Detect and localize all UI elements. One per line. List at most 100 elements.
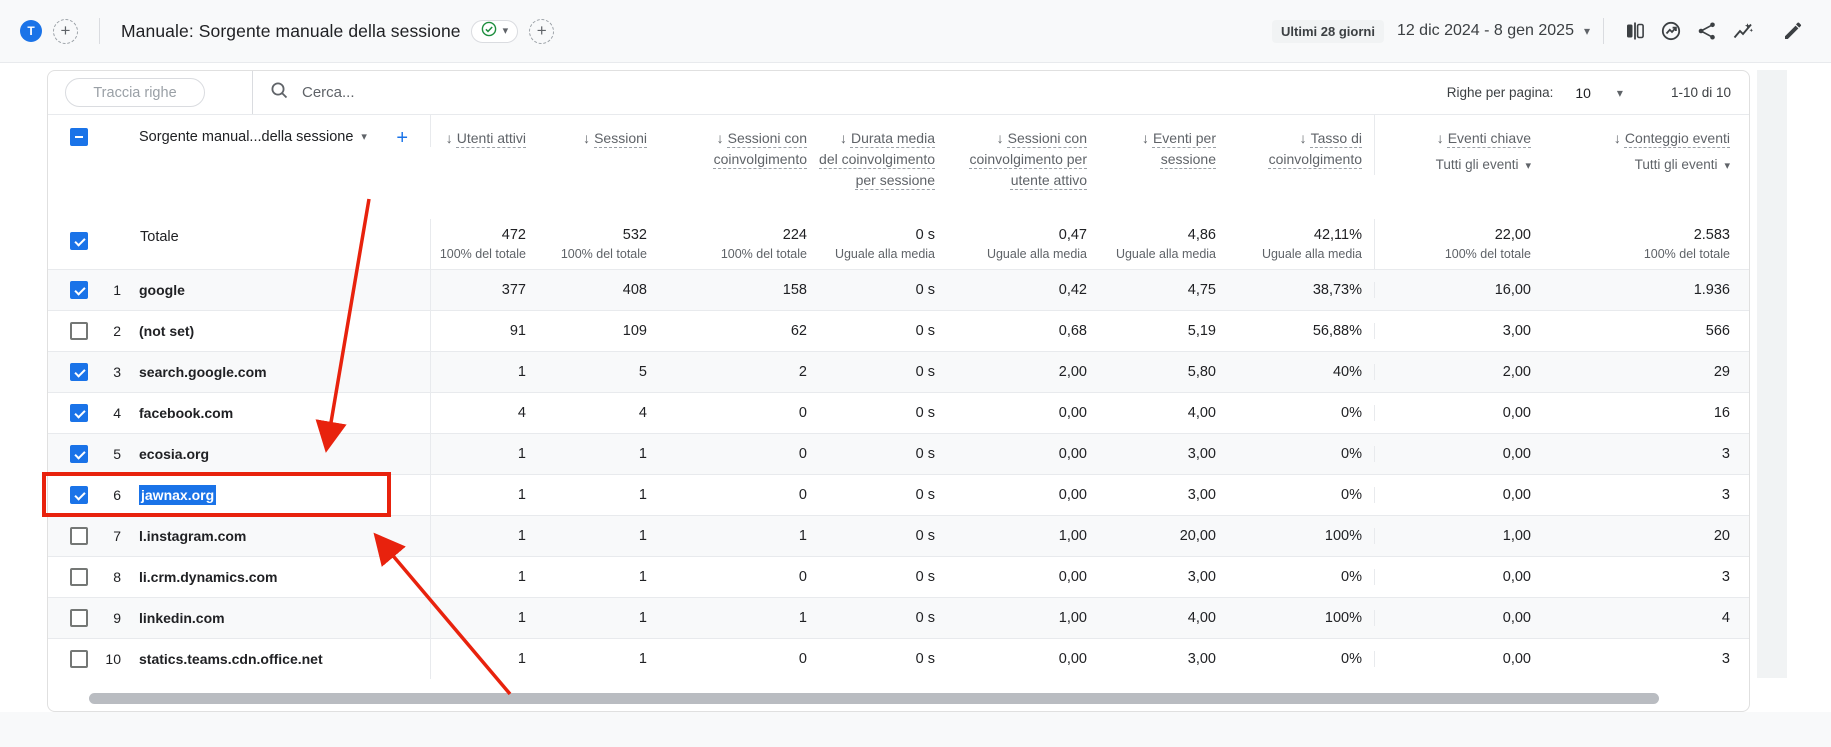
metric-cell: 0% — [1228, 569, 1374, 585]
row-checkbox-cell — [48, 393, 92, 433]
plot-rows-button[interactable]: Traccia righe — [65, 78, 205, 107]
totals-value: 2.583 — [1543, 227, 1730, 243]
date-range-chip[interactable]: Ultimi 28 giorni — [1272, 20, 1384, 43]
metric-value: 1,00 — [1059, 528, 1087, 544]
row-checkbox[interactable] — [70, 609, 88, 627]
metric-cell: 0,00 — [947, 651, 1099, 667]
chevron-down-icon[interactable]: ▾ — [361, 132, 367, 143]
column-header[interactable]: ↓Sessioni con coinvolgimento per utente … — [947, 115, 1099, 191]
intelligence-icon[interactable] — [1653, 13, 1689, 49]
column-header[interactable]: ↓Conteggio eventi Tutti gli eventi▾ — [1543, 115, 1751, 175]
dimension-value: li.crm.dynamics.com — [139, 569, 278, 585]
metric-value: 0 s — [916, 487, 935, 503]
row-checkbox[interactable] — [70, 568, 88, 586]
report-status-badge[interactable]: ▾ — [471, 20, 519, 43]
rows-per-page-value[interactable]: 10 — [1575, 85, 1591, 101]
row-checkbox-cell — [48, 516, 92, 556]
metric-cell: 0,00 — [1374, 651, 1543, 667]
search-icon — [270, 81, 289, 105]
dimension-value: jawnax.org — [139, 485, 216, 505]
check-circle-icon — [481, 21, 497, 42]
column-header[interactable]: ↓Sessioni ▾ — [538, 115, 659, 149]
chevron-down-icon[interactable]: ▾ — [1617, 86, 1623, 100]
column-header[interactable]: ↓Eventi chiave Tutti gli eventi▾ — [1374, 115, 1543, 175]
column-header[interactable]: ↓Durata media del coinvolgimento per ses… — [819, 115, 947, 191]
add-report-tab-button[interactable]: + — [529, 19, 554, 44]
column-header[interactable]: ↓Utenti attivi ▾ — [431, 115, 538, 149]
metric-cell: 0 s — [819, 487, 947, 503]
row-index: 2 — [92, 323, 128, 339]
avatar[interactable]: T — [20, 20, 42, 42]
metric-cell: 16,00 — [1374, 282, 1543, 298]
dimension-cell: statics.teams.cdn.office.net — [128, 639, 431, 679]
totals-subvalue: Uguale alla media — [1228, 247, 1362, 261]
column-header[interactable]: ↓Tasso di coinvolgimento ▾ — [1228, 115, 1374, 170]
metric-value: 1 — [639, 446, 647, 462]
row-checkbox[interactable] — [70, 486, 88, 504]
column-header[interactable]: ↓Sessioni con coinvolgimento ▾ — [659, 115, 819, 170]
metric-value: 20,00 — [1180, 528, 1216, 544]
row-checkbox-cell — [48, 311, 92, 351]
compare-icon[interactable] — [1617, 13, 1653, 49]
row-checkbox-cell — [48, 352, 92, 392]
dimension-header[interactable]: Sorgente manual...della sessione ▾ + — [128, 115, 431, 147]
table-row: 4 facebook.com 4400 s0,004,000%0,0016 — [48, 392, 1749, 433]
metric-value: 4,00 — [1188, 610, 1216, 626]
metric-cell: 1.936 — [1543, 282, 1751, 298]
metric-value: 1 — [518, 569, 526, 585]
report-card: Traccia righe Righe per pagina: 10 ▾ 1-1… — [47, 70, 1750, 712]
edit-icon[interactable] — [1775, 13, 1811, 49]
metric-value: 0,00 — [1503, 610, 1531, 626]
column-header-label: Sessioni con coinvolgimento — [714, 130, 807, 167]
column-filter[interactable]: Tutti gli eventi▾ — [1543, 155, 1730, 175]
column-header[interactable]: ↓Eventi per sessione ▾ — [1099, 115, 1228, 170]
metric-value: 0 s — [916, 528, 935, 544]
metric-cell: 3 — [1543, 487, 1751, 503]
add-comparison-button[interactable]: + — [53, 19, 78, 44]
metric-value: 1 — [518, 651, 526, 667]
dimension-value: l.instagram.com — [139, 528, 246, 544]
metric-cell: 0,00 — [947, 446, 1099, 462]
sort-descending-icon: ↓ — [446, 128, 453, 149]
row-checkbox[interactable] — [70, 650, 88, 668]
metric-value: 408 — [623, 282, 647, 298]
metric-cell: 0% — [1228, 405, 1374, 421]
metric-value: 3,00 — [1188, 569, 1216, 585]
search-input[interactable] — [302, 84, 602, 101]
row-index: 9 — [92, 610, 128, 626]
horizontal-scrollbar[interactable] — [89, 693, 1659, 704]
chevron-down-icon[interactable]: ▾ — [1584, 24, 1590, 38]
metric-cell: 3,00 — [1374, 323, 1543, 339]
totals-checkbox[interactable] — [70, 232, 88, 250]
row-checkbox[interactable] — [70, 363, 88, 381]
row-checkbox[interactable] — [70, 281, 88, 299]
metric-value: 100% — [1325, 528, 1362, 544]
insights-icon[interactable] — [1725, 13, 1761, 49]
row-checkbox[interactable] — [70, 404, 88, 422]
metric-value: 0,00 — [1059, 569, 1087, 585]
add-dimension-button[interactable]: + — [396, 129, 408, 147]
metric-cell: 38,73% — [1228, 282, 1374, 298]
dimension-cell: (not set) — [128, 311, 431, 351]
dimension-cell: jawnax.org — [128, 475, 431, 515]
metric-cell: 408 — [538, 282, 659, 298]
metric-value: 62 — [791, 323, 807, 339]
select-all-checkbox[interactable] — [70, 128, 88, 146]
totals-cell: 0 sUguale alla media — [819, 219, 947, 269]
row-checkbox[interactable] — [70, 527, 88, 545]
metric-cell: 0 — [659, 651, 819, 667]
metric-cell: 3 — [1543, 651, 1751, 667]
metric-value: 0 s — [916, 323, 935, 339]
metric-cell: 1 — [431, 487, 538, 503]
share-icon[interactable] — [1689, 13, 1725, 49]
row-checkbox[interactable] — [70, 445, 88, 463]
sort-descending-icon: ↓ — [997, 128, 1004, 149]
table-row: 7 l.instagram.com 1110 s1,0020,00100%1,0… — [48, 515, 1749, 556]
column-filter[interactable]: Tutti gli eventi▾ — [1375, 155, 1531, 175]
metric-value: 0,42 — [1059, 282, 1087, 298]
metric-value: 0,00 — [1503, 651, 1531, 667]
metric-value: 0 s — [916, 610, 935, 626]
row-checkbox[interactable] — [70, 322, 88, 340]
vertical-scrollbar[interactable] — [1757, 70, 1787, 678]
date-range-value[interactable]: 12 dic 2024 - 8 gen 2025 — [1397, 22, 1574, 40]
